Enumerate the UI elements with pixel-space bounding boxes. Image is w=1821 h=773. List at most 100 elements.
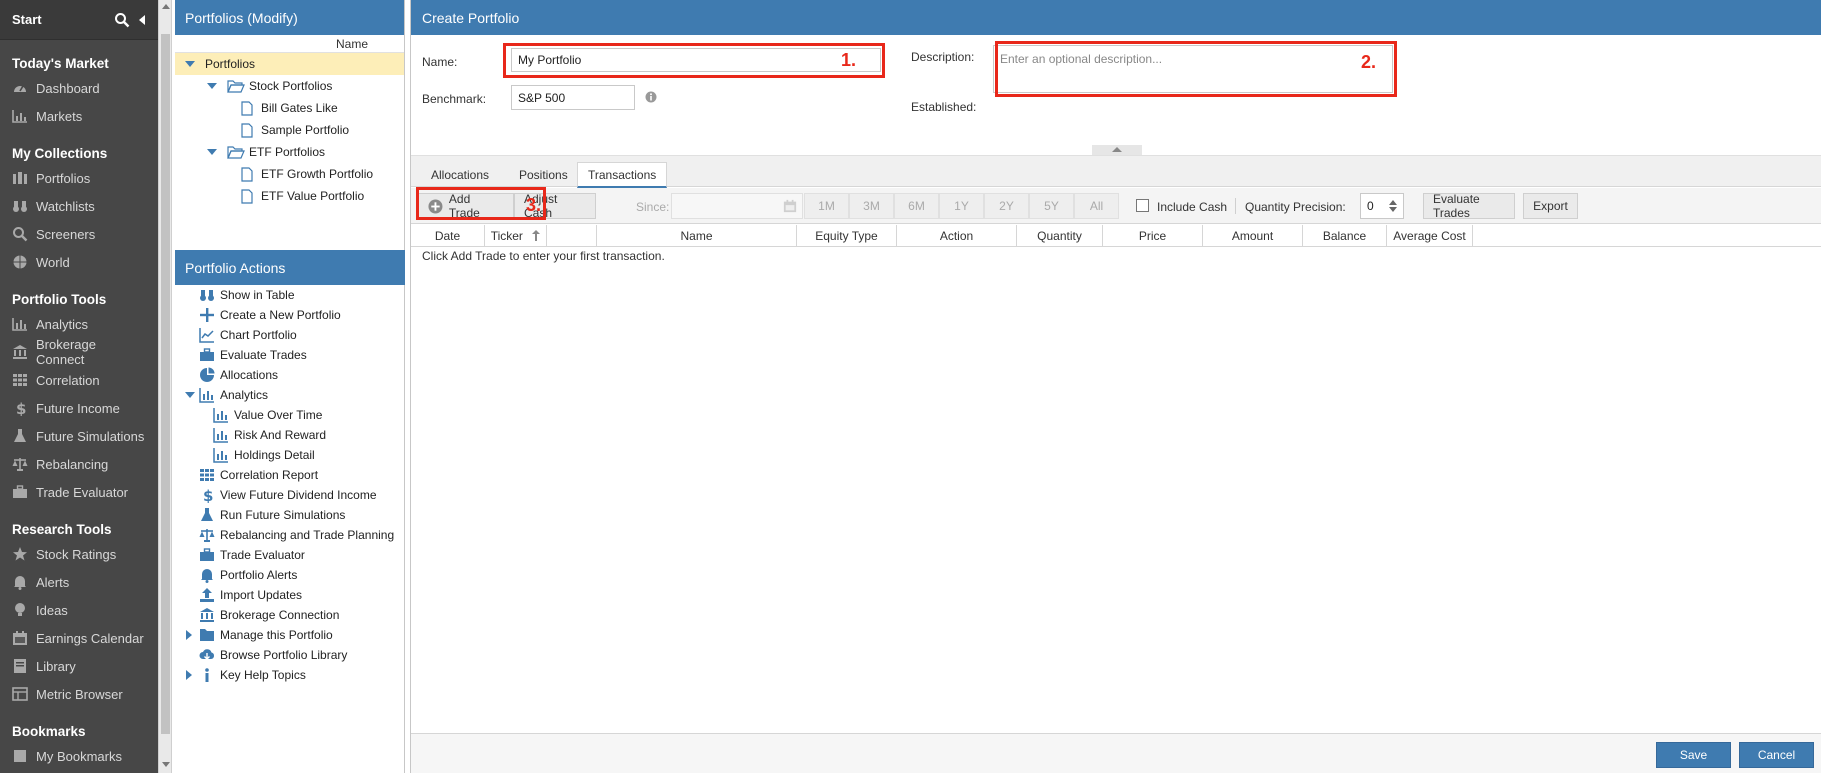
action-create-new-portfolio[interactable]: Create a New Portfolio	[175, 305, 405, 325]
column-name[interactable]: Name	[597, 225, 797, 247]
export-button[interactable]: Export	[1523, 193, 1578, 219]
search-icon	[13, 227, 28, 242]
scroll-down-icon[interactable]	[162, 762, 170, 767]
expand-right-icon[interactable]	[186, 670, 192, 680]
action-view-future-dividend-income[interactable]: $ View Future Dividend Income	[175, 485, 405, 505]
column-quantity[interactable]: Quantity	[1017, 225, 1103, 247]
tab-transactions[interactable]: Transactions	[577, 162, 668, 188]
action-chart-portfolio[interactable]: Chart Portfolio	[175, 325, 405, 345]
include-cash-checkbox[interactable]	[1136, 199, 1149, 212]
tree-item-sample-portfolio[interactable]: Sample Portfolio	[175, 119, 404, 141]
info-circle-icon[interactable]	[645, 91, 657, 103]
action-trade-evaluator[interactable]: Trade Evaluator	[175, 545, 405, 565]
action-risk-and-reward[interactable]: Risk And Reward	[175, 425, 405, 445]
tree-item-etf-value-portfolio[interactable]: ETF Value Portfolio	[175, 185, 404, 207]
nav-item-my-bookmarks[interactable]: My Bookmarks	[0, 742, 158, 770]
column-balance[interactable]: Balance	[1303, 225, 1387, 247]
range-all-button[interactable]: All	[1074, 193, 1119, 219]
collapse-nav-icon[interactable]	[138, 14, 146, 26]
nav-item-library[interactable]: Library	[0, 652, 158, 680]
expand-icon[interactable]	[207, 83, 217, 89]
tree-item-portfolios[interactable]: Portfolios	[175, 53, 404, 75]
cancel-button[interactable]: Cancel	[1739, 742, 1814, 768]
add-trade-button[interactable]: Add Trade	[418, 192, 514, 220]
action-rebalancing-and-trade-planning[interactable]: Rebalancing and Trade Planning	[175, 525, 405, 545]
nav-item-label: Metric Browser	[36, 686, 123, 702]
tree-item-etf-portfolios[interactable]: ETF Portfolios	[175, 141, 404, 163]
action-analytics[interactable]: Analytics	[175, 385, 405, 405]
action-manage-this-portfolio[interactable]: Manage this Portfolio	[175, 625, 405, 645]
action-correlation-report[interactable]: Correlation Report	[175, 465, 405, 485]
action-show-in-table[interactable]: Show in Table	[175, 285, 405, 305]
nav-item-screeners[interactable]: Screeners	[0, 220, 158, 248]
nav-item-alerts[interactable]: Alerts	[0, 568, 158, 596]
nav-item-analytics[interactable]: Analytics	[0, 310, 158, 338]
bar-chart-icon	[213, 408, 228, 423]
name-field[interactable]: My Portfolio	[511, 48, 881, 72]
nav-item-stock-ratings[interactable]: Stock Ratings	[0, 540, 158, 568]
column-price[interactable]: Price	[1103, 225, 1203, 247]
expand-icon[interactable]	[185, 61, 195, 67]
nav-item-portfolios[interactable]: Portfolios	[0, 164, 158, 192]
nav-item-future-simulations[interactable]: Future Simulations	[0, 422, 158, 450]
tree-item-etf-growth-portfolio[interactable]: ETF Growth Portfolio	[175, 163, 404, 185]
range-6m-button[interactable]: 6M	[894, 193, 939, 219]
calendar-icon[interactable]	[783, 199, 797, 213]
chart-icon	[12, 110, 27, 123]
description-field[interactable]: Enter an optional description...	[993, 45, 1393, 93]
action-value-over-time[interactable]: Value Over Time	[175, 405, 405, 425]
tree-item-stock-portfolios[interactable]: Stock Portfolios	[175, 75, 404, 97]
expand-icon[interactable]	[207, 149, 217, 155]
start-button[interactable]: Start	[12, 12, 106, 27]
tab-positions[interactable]: Positions	[509, 162, 578, 188]
column-amount[interactable]: Amount	[1203, 225, 1303, 247]
nav-item-metric-browser[interactable]: Metric Browser	[0, 680, 158, 708]
nav-scrollbar[interactable]	[158, 0, 172, 773]
tree-item-bill-gates-like[interactable]: Bill Gates Like	[175, 97, 404, 119]
column-blank[interactable]	[547, 225, 597, 247]
range-2y-button[interactable]: 2Y	[984, 193, 1029, 219]
range-1y-button[interactable]: 1Y	[939, 193, 984, 219]
nav-item-correlation[interactable]: Correlation	[0, 366, 158, 394]
collapse-header-button[interactable]	[1092, 145, 1142, 155]
action-brokerage-connection[interactable]: Brokerage Connection	[175, 605, 405, 625]
range-3m-button[interactable]: 3M	[849, 193, 894, 219]
action-import-updates[interactable]: Import Updates	[175, 585, 405, 605]
range-1m-button[interactable]: 1M	[804, 193, 849, 219]
evaluate-trades-button[interactable]: Evaluate Trades	[1423, 192, 1515, 220]
action-evaluate-trades[interactable]: Evaluate Trades	[175, 345, 405, 365]
tab-allocations[interactable]: Allocations	[421, 162, 499, 188]
range-5y-button[interactable]: 5Y	[1029, 193, 1074, 219]
stepper-arrows-icon[interactable]	[1388, 199, 1398, 213]
scroll-up-icon[interactable]	[162, 4, 170, 9]
column-equity-type[interactable]: Equity Type	[797, 225, 897, 247]
column-ticker[interactable]: Ticker	[485, 225, 547, 247]
nav-item-earnings-calendar[interactable]: Earnings Calendar	[0, 624, 158, 652]
nav-item-label: Trade Evaluator	[36, 484, 129, 500]
tree-column-header[interactable]: Name	[175, 35, 404, 53]
save-button[interactable]: Save	[1656, 742, 1731, 768]
nav-item-ideas[interactable]: Ideas	[0, 596, 158, 624]
nav-item-dashboard[interactable]: Dashboard	[0, 74, 158, 102]
action-browse-portfolio-library[interactable]: Browse Portfolio Library	[175, 645, 405, 665]
action-holdings-detail[interactable]: Holdings Detail	[175, 445, 405, 465]
benchmark-field[interactable]: S&P 500	[511, 85, 635, 110]
column-action[interactable]: Action	[897, 225, 1017, 247]
nav-item-future-income[interactable]: $ Future Income	[0, 394, 158, 422]
search-icon[interactable]	[114, 12, 130, 28]
expand-right-icon[interactable]	[186, 630, 192, 640]
action-portfolio-alerts[interactable]: Portfolio Alerts	[175, 565, 405, 585]
nav-item-watchlists[interactable]: Watchlists	[0, 192, 158, 220]
column-average-cost[interactable]: Average Cost	[1387, 225, 1473, 247]
scrollbar-thumb[interactable]	[161, 34, 170, 734]
nav-item-world[interactable]: World	[0, 248, 158, 276]
nav-item-trade-evaluator[interactable]: Trade Evaluator	[0, 478, 158, 506]
action-allocations[interactable]: Allocations	[175, 365, 405, 385]
action-run-future-simulations[interactable]: Run Future Simulations	[175, 505, 405, 525]
expand-icon[interactable]	[185, 392, 195, 398]
action-key-help-topics[interactable]: Key Help Topics	[175, 665, 405, 685]
column-date[interactable]: Date	[411, 225, 485, 247]
nav-item-rebalancing[interactable]: Rebalancing	[0, 450, 158, 478]
nav-item-markets[interactable]: Markets	[0, 102, 158, 130]
nav-item-brokerage-connect[interactable]: Brokerage Connect	[0, 337, 158, 367]
